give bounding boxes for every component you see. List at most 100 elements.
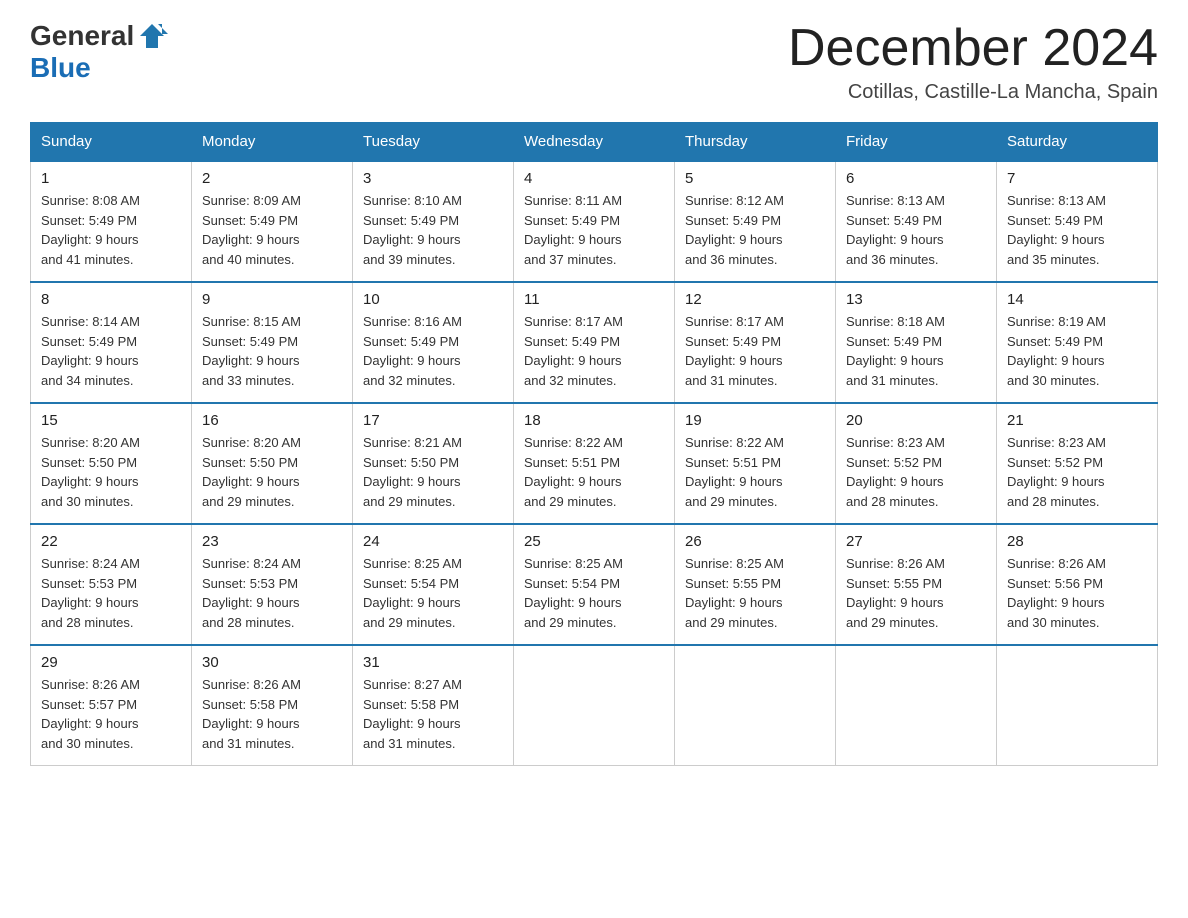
calendar-day-cell: 11 Sunrise: 8:17 AMSunset: 5:49 PMDayligh… — [514, 282, 675, 403]
day-number: 5 — [685, 170, 825, 187]
day-number: 10 — [363, 291, 503, 308]
calendar-day-cell: 5 Sunrise: 8:12 AMSunset: 5:49 PMDaylight… — [675, 161, 836, 282]
calendar-day-cell: 14Sunrise: 8:19 AMSunset: 5:49 PMDayligh… — [997, 282, 1158, 403]
location-subtitle: Cotillas, Castille-La Mancha, Spain — [788, 81, 1158, 104]
day-number: 19 — [685, 412, 825, 429]
day-number: 27 — [846, 533, 986, 550]
calendar-day-cell: 26Sunrise: 8:25 AMSunset: 5:55 PMDayligh… — [675, 524, 836, 645]
day-info: Sunrise: 8:16 AMSunset: 5:49 PMDaylight:… — [363, 312, 503, 390]
day-info: Sunrise: 8:26 AMSunset: 5:55 PMDaylight:… — [846, 554, 986, 632]
day-number: 4 — [524, 170, 664, 187]
calendar-day-cell: 31 Sunrise: 8:27 AMSunset: 5:58 PMDayligh… — [353, 645, 514, 766]
calendar-day-cell: 2 Sunrise: 8:09 AMSunset: 5:49 PMDaylight… — [192, 161, 353, 282]
day-number: 12 — [685, 291, 825, 308]
day-info: Sunrise: 8:14 AMSunset: 5:49 PMDaylight:… — [41, 312, 181, 390]
calendar-day-cell — [514, 645, 675, 766]
day-number: 1 — [41, 170, 181, 187]
day-info: Sunrise: 8:10 AMSunset: 5:49 PMDaylight:… — [363, 191, 503, 269]
day-number: 3 — [363, 170, 503, 187]
day-info: Sunrise: 8:25 AMSunset: 5:54 PMDaylight:… — [363, 554, 503, 632]
day-info: Sunrise: 8:12 AMSunset: 5:49 PMDaylight:… — [685, 191, 825, 269]
weekday-header: Sunday — [31, 123, 192, 162]
calendar-day-cell: 7Sunrise: 8:13 AMSunset: 5:49 PMDaylight… — [997, 161, 1158, 282]
day-info: Sunrise: 8:20 AMSunset: 5:50 PMDaylight:… — [41, 433, 181, 511]
day-number: 16 — [202, 412, 342, 429]
day-number: 2 — [202, 170, 342, 187]
day-number: 20 — [846, 412, 986, 429]
logo-general-text: General — [30, 20, 134, 52]
calendar-table: SundayMondayTuesdayWednesdayThursdayFrid… — [30, 122, 1158, 766]
calendar-day-cell: 25Sunrise: 8:25 AMSunset: 5:54 PMDayligh… — [514, 524, 675, 645]
calendar-day-cell: 18 Sunrise: 8:22 AMSunset: 5:51 PMDayligh… — [514, 403, 675, 524]
day-info: Sunrise: 8:24 AMSunset: 5:53 PMDaylight:… — [202, 554, 342, 632]
title-block: December 2024 Cotillas, Castille-La Manc… — [788, 20, 1158, 104]
day-number: 15 — [41, 412, 181, 429]
month-title: December 2024 — [788, 20, 1158, 77]
day-number: 26 — [685, 533, 825, 550]
day-number: 30 — [202, 654, 342, 671]
calendar-week-row: 8 Sunrise: 8:14 AMSunset: 5:49 PMDaylight… — [31, 282, 1158, 403]
calendar-day-cell: 30 Sunrise: 8:26 AMSunset: 5:58 PMDayligh… — [192, 645, 353, 766]
day-info: Sunrise: 8:26 AMSunset: 5:56 PMDaylight:… — [1007, 554, 1147, 632]
day-number: 14 — [1007, 291, 1147, 308]
day-number: 9 — [202, 291, 342, 308]
day-info: Sunrise: 8:27 AMSunset: 5:58 PMDaylight:… — [363, 675, 503, 753]
day-number: 8 — [41, 291, 181, 308]
day-number: 23 — [202, 533, 342, 550]
calendar-day-cell: 4Sunrise: 8:11 AMSunset: 5:49 PMDaylight… — [514, 161, 675, 282]
day-number: 29 — [41, 654, 181, 671]
calendar-header-row: SundayMondayTuesdayWednesdayThursdayFrid… — [31, 123, 1158, 162]
calendar-day-cell: 21 Sunrise: 8:23 AMSunset: 5:52 PMDayligh… — [997, 403, 1158, 524]
day-info: Sunrise: 8:26 AMSunset: 5:58 PMDaylight:… — [202, 675, 342, 753]
day-number: 18 — [524, 412, 664, 429]
calendar-week-row: 1 Sunrise: 8:08 AMSunset: 5:49 PMDaylight… — [31, 161, 1158, 282]
calendar-week-row: 22 Sunrise: 8:24 AMSunset: 5:53 PMDayligh… — [31, 524, 1158, 645]
day-number: 24 — [363, 533, 503, 550]
calendar-day-cell: 3 Sunrise: 8:10 AMSunset: 5:49 PMDaylight… — [353, 161, 514, 282]
weekday-header: Friday — [836, 123, 997, 162]
day-info: Sunrise: 8:21 AMSunset: 5:50 PMDaylight:… — [363, 433, 503, 511]
day-info: Sunrise: 8:23 AMSunset: 5:52 PMDaylight:… — [1007, 433, 1147, 511]
weekday-header: Monday — [192, 123, 353, 162]
calendar-day-cell: 19 Sunrise: 8:22 AMSunset: 5:51 PMDayligh… — [675, 403, 836, 524]
calendar-day-cell: 22Sunrise: 8:24 AMSunset: 5:53 PMDayligh… — [31, 524, 192, 645]
calendar-day-cell: 29 Sunrise: 8:26 AMSunset: 5:57 PMDayligh… — [31, 645, 192, 766]
day-number: 21 — [1007, 412, 1147, 429]
calendar-day-cell: 6Sunrise: 8:13 AMSunset: 5:49 PMDaylight… — [836, 161, 997, 282]
calendar-day-cell — [836, 645, 997, 766]
day-info: Sunrise: 8:09 AMSunset: 5:49 PMDaylight:… — [202, 191, 342, 269]
calendar-day-cell: 28 Sunrise: 8:26 AMSunset: 5:56 PMDayligh… — [997, 524, 1158, 645]
day-info: Sunrise: 8:13 AMSunset: 5:49 PMDaylight:… — [846, 191, 986, 269]
day-info: Sunrise: 8:26 AMSunset: 5:57 PMDaylight:… — [41, 675, 181, 753]
day-info: Sunrise: 8:25 AMSunset: 5:54 PMDaylight:… — [524, 554, 664, 632]
logo: General Blue — [30, 20, 170, 84]
calendar-day-cell: 24 Sunrise: 8:25 AMSunset: 5:54 PMDayligh… — [353, 524, 514, 645]
calendar-day-cell — [675, 645, 836, 766]
calendar-day-cell: 10 Sunrise: 8:16 AMSunset: 5:49 PMDayligh… — [353, 282, 514, 403]
calendar-day-cell: 8 Sunrise: 8:14 AMSunset: 5:49 PMDaylight… — [31, 282, 192, 403]
day-info: Sunrise: 8:22 AMSunset: 5:51 PMDaylight:… — [685, 433, 825, 511]
calendar-week-row: 15 Sunrise: 8:20 AMSunset: 5:50 PMDayligh… — [31, 403, 1158, 524]
weekday-header: Saturday — [997, 123, 1158, 162]
calendar-day-cell: 15 Sunrise: 8:20 AMSunset: 5:50 PMDayligh… — [31, 403, 192, 524]
day-info: Sunrise: 8:20 AMSunset: 5:50 PMDaylight:… — [202, 433, 342, 511]
day-number: 28 — [1007, 533, 1147, 550]
calendar-day-cell: 23 Sunrise: 8:24 AMSunset: 5:53 PMDayligh… — [192, 524, 353, 645]
day-info: Sunrise: 8:15 AMSunset: 5:49 PMDaylight:… — [202, 312, 342, 390]
logo-blue-text: Blue — [30, 52, 91, 83]
weekday-header: Tuesday — [353, 123, 514, 162]
calendar-day-cell — [997, 645, 1158, 766]
day-number: 31 — [363, 654, 503, 671]
day-number: 13 — [846, 291, 986, 308]
logo-icon — [136, 20, 168, 52]
day-number: 11 — [524, 291, 664, 308]
calendar-day-cell: 16 Sunrise: 8:20 AMSunset: 5:50 PMDayligh… — [192, 403, 353, 524]
day-info: Sunrise: 8:08 AMSunset: 5:49 PMDaylight:… — [41, 191, 181, 269]
day-number: 22 — [41, 533, 181, 550]
calendar-week-row: 29 Sunrise: 8:26 AMSunset: 5:57 PMDayligh… — [31, 645, 1158, 766]
day-info: Sunrise: 8:17 AMSunset: 5:49 PMDaylight:… — [524, 312, 664, 390]
page-header: General Blue December 2024 Cotillas, Cas… — [30, 20, 1158, 104]
weekday-header: Thursday — [675, 123, 836, 162]
day-info: Sunrise: 8:22 AMSunset: 5:51 PMDaylight:… — [524, 433, 664, 511]
day-info: Sunrise: 8:17 AMSunset: 5:49 PMDaylight:… — [685, 312, 825, 390]
